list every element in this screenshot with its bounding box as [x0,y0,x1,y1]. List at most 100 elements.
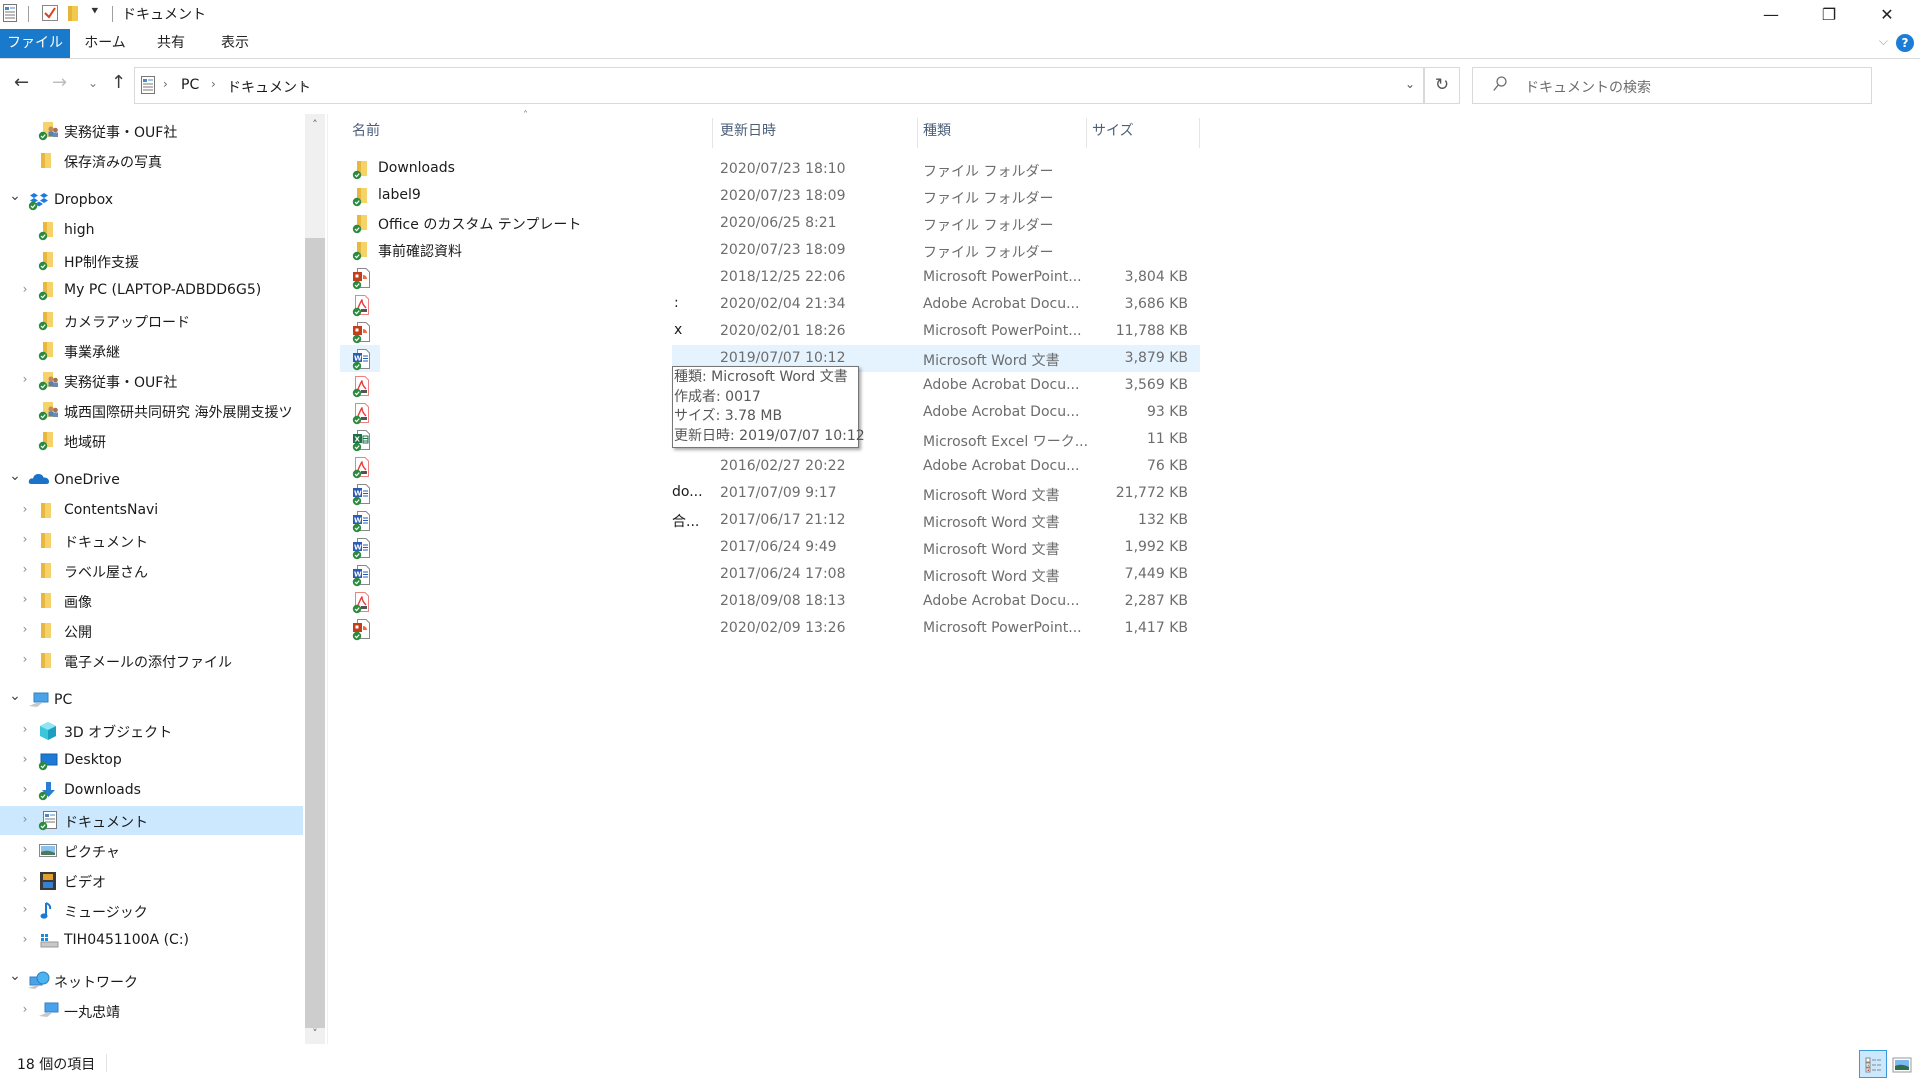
chevron-down-icon[interactable]: ⌄ [8,968,22,984]
scroll-up-button[interactable]: ˄ [305,118,325,131]
sidebar-item-28[interactable]: › 一丸忠靖 [0,996,303,1025]
checkmark-icon[interactable] [42,4,58,26]
column-divider[interactable] [712,118,713,148]
chevron-right-icon[interactable]: › [18,902,32,916]
chevron-right-icon[interactable]: › [18,652,32,666]
sidebar-item-label: Downloads [64,782,141,798]
breadcrumb-pc[interactable]: PC [181,77,199,93]
file-type: ファイル フォルダー [923,218,1054,234]
chevron-down-icon[interactable]: ⌄ [8,188,22,204]
chevron-right-icon[interactable]: › [18,842,32,856]
new-folder-icon[interactable] [68,4,78,26]
chevron-right-icon[interactable]: › [18,592,32,606]
sidebar-item-13[interactable]: › ドキュメント [0,526,303,555]
chevron-right-icon[interactable]: › [18,622,32,636]
sidebar-item-3d[interactable]: › 3D オブジェクト [0,716,303,745]
sidebar-item-7[interactable]: 事業承継 [0,336,303,365]
sidebar-item-ouf[interactable]: › 実務従事・OUF社 [0,366,303,395]
scroll-down-button[interactable]: ˅ [305,1027,325,1040]
tooltip-modified: 更新日時: 2019/07/07 10:12 [674,427,865,444]
chevron-right-icon[interactable]: › [18,372,32,386]
pane-divider[interactable] [327,114,328,1044]
sidebar-item-ouf[interactable]: 実務従事・OUF社 [0,116,303,145]
sidebar-item-desktop[interactable]: › Desktop [0,746,303,775]
sidebar-item-14[interactable]: › ラベル屋さん [0,556,303,585]
column-divider[interactable] [917,118,918,148]
sidebar-item-contentsnavi[interactable]: › ContentsNavi [0,496,303,525]
large-icons-view-button[interactable] [1891,1050,1919,1078]
sidebar-item-6[interactable]: カメラアップロード [0,306,303,335]
column-header-type[interactable]: 種類 [923,120,951,148]
expand-ribbon-icon[interactable]: ⌵ [1879,34,1888,49]
sidebar-item-24[interactable]: › ビデオ [0,866,303,895]
chevron-down-icon[interactable]: ⌄ [8,468,22,484]
up-button[interactable]: ↑ [111,72,126,93]
address-dropdown-icon[interactable]: ⌄ [1405,77,1415,91]
tab-view[interactable]: 表示 [208,29,262,58]
sidebar-item-27[interactable]: ⌄ ネットワーク [0,966,303,995]
breadcrumb-documents[interactable]: ドキュメント [227,77,311,97]
column-header-name[interactable]: 名前 [352,120,380,148]
help-icon[interactable]: ? [1896,34,1914,52]
column-header-date[interactable]: 更新日時 [720,120,776,148]
sidebar-item-16[interactable]: › 公開 [0,616,303,645]
file-row[interactable]: label9 2020/07/23 18:09 ファイル フォルダー [340,183,1200,210]
close-button[interactable]: ✕ [1858,0,1916,28]
chevron-right-icon[interactable]: › [18,562,32,576]
sidebar-item-1[interactable]: 保存済みの写真 [0,146,303,175]
search-input[interactable]: ドキュメントの検索 [1472,67,1872,104]
chevron-right-icon[interactable]: › [18,282,32,296]
chevron-right-icon[interactable]: › [18,722,32,736]
scroll-thumb[interactable] [305,238,325,1028]
tab-file[interactable]: ファイル [0,29,70,58]
sidebar-item-dropbox[interactable]: ⌄ Dropbox [0,186,303,215]
maximize-button[interactable]: ❐ [1800,0,1858,28]
sidebar-item-my-pc-laptop-adbdd6g5[interactable]: › My PC (LAPTOP-ADBDD6G5) [0,276,303,305]
properties-icon[interactable] [3,4,17,26]
network-computer-icon [38,1001,59,1019]
breadcrumb-separator[interactable]: › [211,77,216,91]
toolbar-separator [28,6,29,22]
tab-share[interactable]: 共有 [146,29,196,58]
column-divider[interactable] [1199,118,1200,148]
column-divider[interactable] [1086,118,1087,148]
sidebar-item-17[interactable]: › 電子メールの添付ファイル [0,646,303,675]
recent-locations-button[interactable]: ⌄ [88,76,98,90]
details-view-button[interactable] [1859,1050,1887,1078]
minimize-button[interactable]: — [1742,0,1800,28]
sidebar-item-15[interactable]: › 画像 [0,586,303,615]
chevron-right-icon[interactable]: › [18,932,32,946]
svg-text:W: W [354,571,362,579]
customize-dropdown-icon[interactable]: ⯆ [90,4,100,19]
address-bar[interactable]: › PC › ドキュメント › ⌄ [134,67,1424,104]
chevron-right-icon[interactable]: › [18,812,32,826]
chevron-right-icon[interactable]: › [18,502,32,516]
chevron-right-icon[interactable]: › [18,782,32,796]
file-row[interactable]: Office のカスタム テンプレート 2020/06/25 8:21 ファイル フ… [340,210,1200,237]
navigation-pane-scrollbar[interactable]: ˄ ˅ [305,114,325,1044]
chevron-right-icon[interactable]: › [18,532,32,546]
chevron-down-icon[interactable]: ⌄ [8,688,22,704]
tab-home[interactable]: ホーム [76,29,134,58]
sidebar-item-25[interactable]: › ミュージック [0,896,303,925]
sidebar-item-10[interactable]: 地域研 [0,426,303,455]
chevron-right-icon[interactable]: › [18,1002,32,1016]
sidebar-item-pc[interactable]: ⌄ PC [0,686,303,715]
sidebar-item-23[interactable]: › ピクチャ [0,836,303,865]
sidebar-item-onedrive[interactable]: ⌄ OneDrive [0,466,303,495]
sidebar-item-downloads[interactable]: › Downloads [0,776,303,805]
forward-button[interactable]: → [52,72,67,93]
sidebar-item-22[interactable]: › ドキュメント [0,806,303,835]
refresh-button[interactable]: ↻ [1424,67,1460,104]
back-button[interactable]: ← [14,72,29,93]
column-header-size[interactable]: サイズ [1092,120,1134,148]
chevron-right-icon[interactable]: › [18,752,32,766]
breadcrumb-separator[interactable]: › [301,77,306,91]
chevron-right-icon[interactable]: › [18,872,32,886]
file-row[interactable]: Downloads 2020/07/23 18:10 ファイル フォルダー [340,156,1200,183]
sidebar-item-high[interactable]: high [0,216,303,245]
sidebar-item-tih0451100a-c[interactable]: › TIH0451100A (C:) [0,926,303,955]
breadcrumb-separator[interactable]: › [163,77,168,91]
sidebar-item-9[interactable]: 城西国際研共同研究 海外展開支援ツ [0,396,303,425]
sidebar-item-hp[interactable]: HP制作支援 [0,246,303,275]
